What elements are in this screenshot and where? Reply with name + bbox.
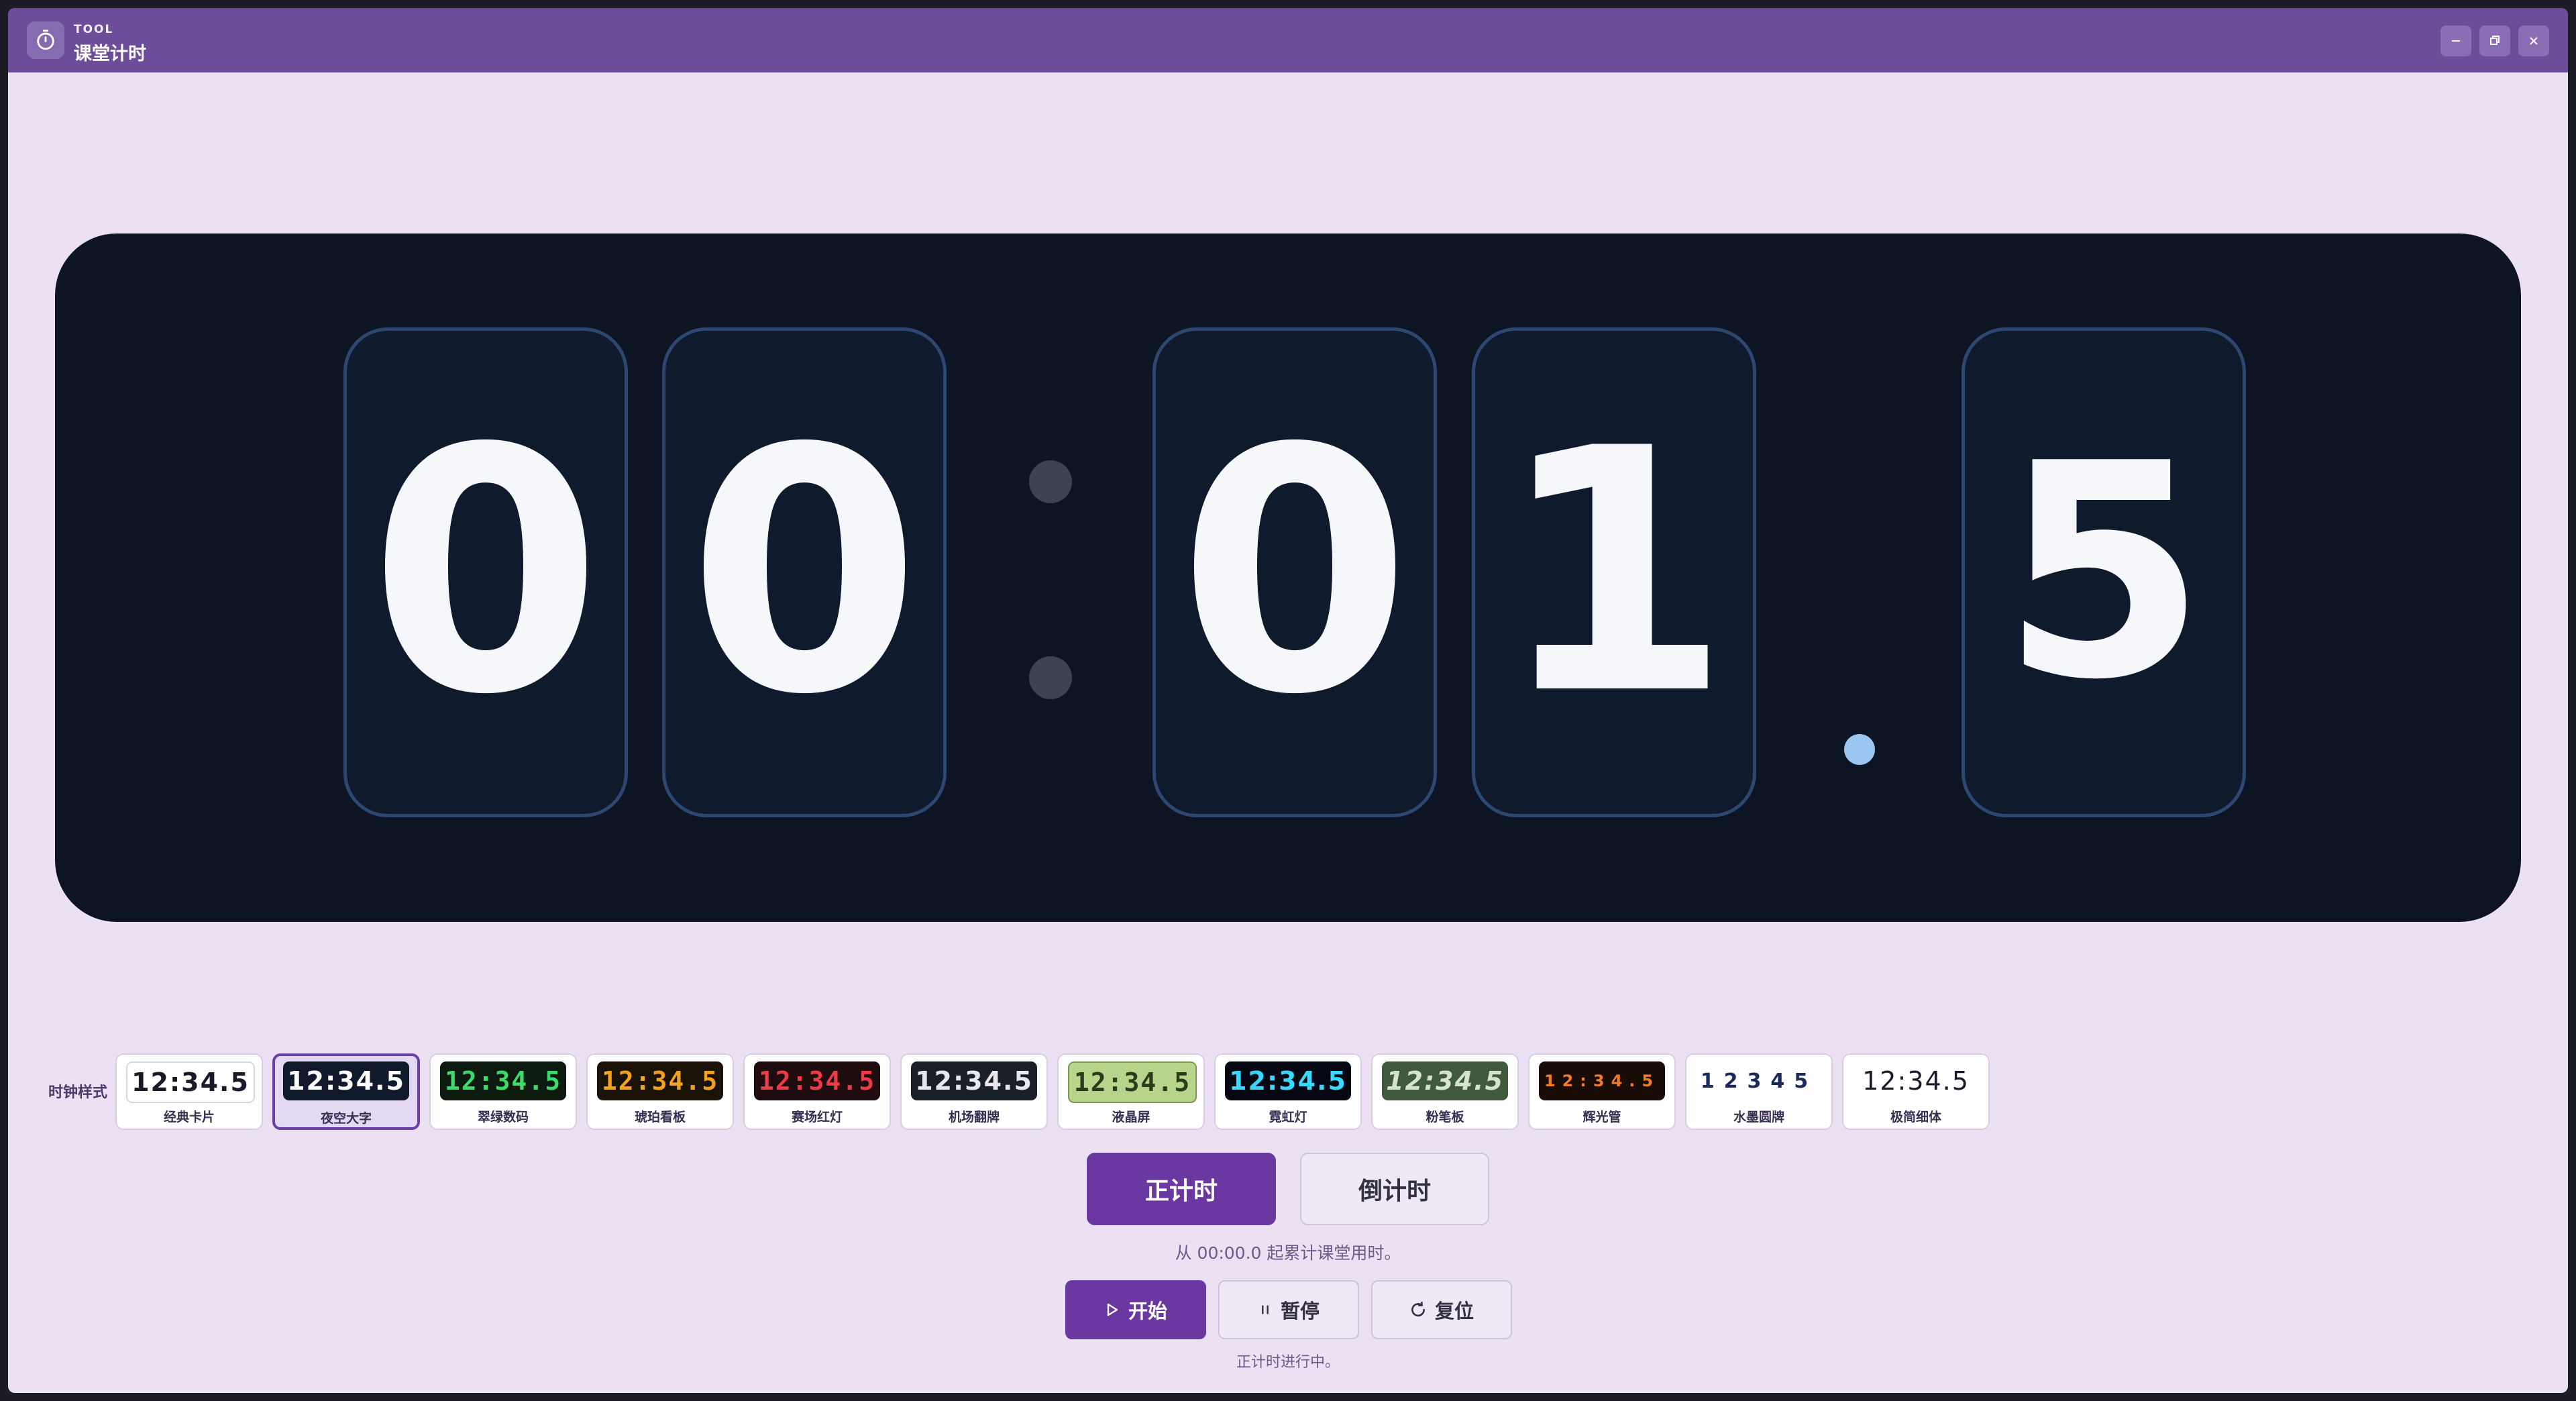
title-bar: TOOL 课堂计时 [8, 8, 2568, 72]
style-option-lcd[interactable]: 12:34.5 液晶屏 [1057, 1053, 1205, 1130]
style-option-neon[interactable]: 12:34.5 霓虹灯 [1214, 1053, 1362, 1130]
style-option-nixie-tube[interactable]: 12:34.5 辉光管 [1528, 1053, 1676, 1130]
style-option-classic-card[interactable]: 12:34.5 经典卡片 [115, 1053, 263, 1130]
status-text: 正计时进行中。 [1236, 1354, 1340, 1371]
count-up-mode-button[interactable]: 正计时 [1087, 1153, 1276, 1225]
style-preview: 12345 [1696, 1061, 1822, 1100]
style-option-ink-round[interactable]: 12345 水墨圆牌 [1685, 1053, 1833, 1130]
style-preview: 12:34.5 [1382, 1061, 1508, 1100]
style-option-label: 赛场红灯 [791, 1110, 843, 1125]
minutes-ones-digit: 0 [662, 327, 947, 817]
app-subtitle: TOOL [74, 23, 114, 36]
app-window: TOOL 课堂计时 0 0 0 1 5 时钟样式 12:34.5 经典卡片 12… [8, 8, 2568, 1393]
mode-hint-text: 从 00:00.0 起累计课堂用时。 [1175, 1243, 1401, 1263]
style-option-amber-board[interactable]: 12:34.5 琥珀看板 [586, 1053, 734, 1130]
style-preview: 12:34.5 [1539, 1061, 1665, 1100]
stopwatch-icon [27, 21, 64, 59]
style-option-night-sky[interactable]: 12:34.5 夜空大字 [272, 1053, 420, 1130]
window-title: 课堂计时 [74, 44, 146, 64]
style-preview: 12:34.5 [597, 1061, 723, 1100]
style-option-label: 极简细体 [1890, 1110, 1941, 1125]
style-preview: 12:34.5 [126, 1061, 255, 1103]
style-option-minimal-thin[interactable]: 12:34.5 极简细体 [1842, 1053, 1990, 1130]
clock-display: 0 0 0 1 5 [55, 234, 2521, 922]
start-button-label: 开始 [1128, 1300, 1167, 1322]
colon-dot-bottom [1029, 656, 1072, 699]
reset-button[interactable]: 复位 [1371, 1280, 1512, 1339]
style-option-label: 霓虹灯 [1269, 1110, 1307, 1125]
style-preview: 12:34.5 [911, 1061, 1037, 1100]
reset-button-label: 复位 [1434, 1300, 1474, 1322]
style-option-label: 机场翻牌 [948, 1110, 1000, 1125]
style-preview: 12:34.5 [283, 1061, 409, 1100]
seconds-tens-digit: 0 [1152, 327, 1437, 817]
colon-dot-top [1029, 460, 1072, 503]
style-option-label: 翠绿数码 [477, 1110, 529, 1125]
style-option-label: 琥珀看板 [634, 1110, 686, 1125]
play-icon [1107, 1303, 1118, 1316]
style-option-label: 辉光管 [1582, 1110, 1621, 1125]
decimal-dot [1844, 734, 1875, 765]
close-icon [2530, 37, 2538, 45]
style-option-chalkboard[interactable]: 12:34.5 粉笔板 [1371, 1053, 1519, 1130]
count-down-mode-button[interactable]: 倒计时 [1300, 1153, 1489, 1225]
close-button[interactable] [2518, 25, 2549, 56]
clock-style-label: 时钟样式 [48, 1084, 108, 1101]
style-option-label: 经典卡片 [163, 1110, 215, 1125]
restore-icon [2490, 36, 2500, 45]
style-preview: 12:34.5 [1068, 1061, 1197, 1103]
pause-button-label: 暂停 [1280, 1300, 1320, 1322]
style-preview: 12:34.5 [1853, 1061, 1979, 1100]
style-preview: 12:34.5 [754, 1061, 880, 1100]
minimize-button[interactable] [2440, 25, 2471, 56]
minutes-tens-digit: 0 [343, 327, 628, 817]
maximize-button[interactable] [2479, 25, 2510, 56]
style-preview: 12:34.5 [1225, 1061, 1351, 1100]
style-option-label: 水墨圆牌 [1733, 1110, 1784, 1125]
pause-button[interactable]: 暂停 [1218, 1280, 1359, 1339]
pause-icon [1262, 1305, 1269, 1314]
style-option-label: 液晶屏 [1112, 1110, 1150, 1125]
style-preview: 12:34.5 [440, 1061, 566, 1100]
style-option-label: 粉笔板 [1426, 1110, 1464, 1125]
start-button[interactable]: 开始 [1065, 1280, 1206, 1339]
seconds-ones-digit: 1 [1472, 327, 1756, 817]
style-option-green-digital[interactable]: 12:34.5 翠绿数码 [429, 1053, 577, 1130]
tenths-digit: 5 [1962, 327, 2246, 817]
reset-icon [1411, 1301, 1425, 1317]
style-option-stadium-red[interactable]: 12:34.5 赛场红灯 [743, 1053, 891, 1130]
style-option-label: 夜空大字 [320, 1111, 372, 1126]
style-option-airport-flip[interactable]: 12:34.5 机场翻牌 [900, 1053, 1048, 1130]
minimize-icon [2452, 40, 2460, 42]
